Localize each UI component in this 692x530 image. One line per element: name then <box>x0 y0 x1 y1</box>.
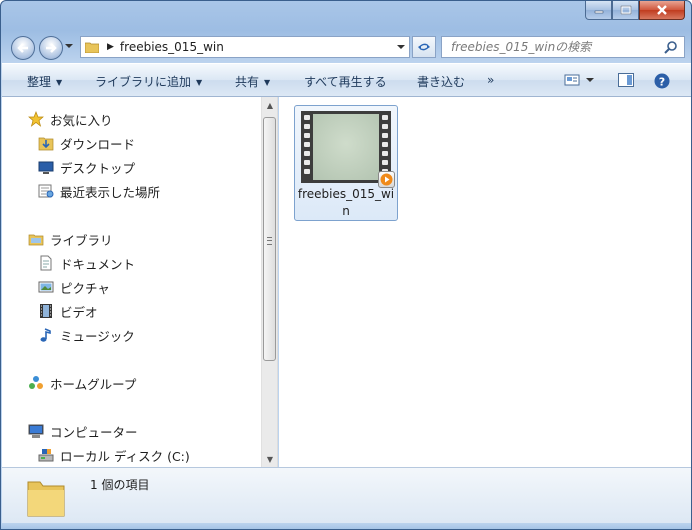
film-strip-right <box>382 115 388 174</box>
dropdown-arrow-icon: ▼ <box>56 78 63 87</box>
downloads-folder-icon <box>38 135 54 151</box>
video-thumbnail <box>313 114 379 180</box>
search-box[interactable] <box>441 36 685 58</box>
nav-music-label: ミュージック <box>60 328 135 344</box>
nav-documents-label: ドキュメント <box>60 256 136 272</box>
breadcrumb-separator-icon[interactable]: ▶ <box>107 42 114 52</box>
nav-desktop-label: デスクトップ <box>60 160 136 176</box>
back-arrow-icon <box>17 43 28 53</box>
close-icon <box>657 5 667 15</box>
nav-downloads-label: ダウンロード <box>60 136 136 152</box>
forward-button[interactable] <box>39 36 63 60</box>
nav-libraries[interactable]: ライブラリ <box>28 229 113 249</box>
file-item[interactable]: freebies_015_win <box>294 105 398 221</box>
close-button[interactable] <box>639 1 685 20</box>
nav-downloads[interactable]: ダウンロード <box>38 133 135 153</box>
share-label: 共有 <box>235 75 260 89</box>
burn-button[interactable]: 書き込む <box>417 73 465 90</box>
help-icon: ? <box>654 73 670 89</box>
nav-homegroup-label: ホームグループ <box>50 376 137 392</box>
computer-icon <box>28 423 44 439</box>
video-file-icon <box>301 111 395 188</box>
videos-icon <box>38 303 54 319</box>
explorer-window: ▶ freebies_015_win 整理 ▼ ライブラリに追加 ▼ 共有 ▼ すべて… <box>0 0 692 530</box>
file-name: freebies_015_win <box>297 187 395 218</box>
nav-documents[interactable]: ドキュメント <box>38 253 135 273</box>
nav-videos[interactable]: ビデオ <box>38 301 98 321</box>
scrollbar-thumb[interactable] <box>263 117 276 361</box>
change-view-button[interactable] <box>564 73 594 90</box>
homegroup-icon <box>28 375 44 391</box>
back-button[interactable] <box>11 36 35 60</box>
nav-pictures[interactable]: ピクチャ <box>38 277 110 297</box>
documents-icon <box>38 255 54 271</box>
nav-pictures-label: ピクチャ <box>60 280 110 296</box>
libraries-icon <box>28 231 44 247</box>
more-commands-button[interactable]: » <box>487 73 494 87</box>
nav-favorites[interactable]: お気に入り <box>28 109 113 129</box>
refresh-icon <box>418 43 430 51</box>
nav-recent-places[interactable]: 最近表示した場所 <box>38 181 160 201</box>
maximize-icon <box>620 5 631 15</box>
film-strip-left <box>304 115 310 174</box>
nav-computer-label: コンピューター <box>50 424 138 440</box>
minimize-button[interactable] <box>585 1 612 20</box>
navigation-pane-scrollbar[interactable]: ▲ ▼ <box>261 97 278 467</box>
nav-local-disk-label: ローカル ディスク (C:) <box>60 448 190 464</box>
nav-videos-label: ビデオ <box>60 304 98 320</box>
folder-icon <box>27 481 65 517</box>
add-to-library-label: ライブラリに追加 <box>95 75 192 89</box>
nav-computer[interactable]: コンピューター <box>28 421 138 441</box>
star-icon <box>28 111 44 127</box>
organize-button[interactable]: 整理 ▼ <box>27 73 62 90</box>
item-count: 1 個の項目 <box>90 478 150 492</box>
more-commands-label: » <box>487 73 495 87</box>
breadcrumb-current[interactable]: freebies_015_win <box>120 40 224 54</box>
caption-buttons <box>585 1 685 20</box>
preview-pane-icon <box>618 73 634 87</box>
details-pane: 1 個の項目 <box>2 467 691 523</box>
nav-desktop[interactable]: デスクトップ <box>38 157 135 177</box>
nav-favorites-label: お気に入り <box>50 112 113 128</box>
forward-arrow-icon <box>46 43 57 53</box>
command-bar: 整理 ▼ ライブラリに追加 ▼ 共有 ▼ すべて再生する 書き込む » ? <box>2 63 691 97</box>
burn-label: 書き込む <box>417 75 466 89</box>
scrollbar-grip-icon <box>267 237 272 245</box>
scroll-down-icon[interactable]: ▼ <box>262 451 278 467</box>
address-dropdown-icon[interactable] <box>397 44 405 50</box>
search-icon[interactable] <box>664 40 678 54</box>
nav-libraries-label: ライブラリ <box>50 232 113 248</box>
recent-pages-dropdown-icon[interactable] <box>65 43 73 49</box>
file-list[interactable]: freebies_015_win <box>279 97 691 467</box>
folder-icon <box>85 42 99 53</box>
preview-pane-button[interactable] <box>618 73 634 90</box>
navigation-pane: お気に入り ダウンロード デスクトップ 最近表示した場所 ライブラリ ドキュメン… <box>2 97 262 467</box>
recent-places-icon <box>38 183 54 199</box>
minimize-icon <box>594 10 603 14</box>
nav-homegroup[interactable]: ホームグループ <box>28 373 136 393</box>
nav-local-disk[interactable]: ローカル ディスク (C:) <box>38 445 190 465</box>
play-all-label: すべて再生する <box>304 75 387 89</box>
add-to-library-button[interactable]: ライブラリに追加 ▼ <box>95 73 202 90</box>
play-all-button[interactable]: すべて再生する <box>304 73 387 90</box>
dropdown-arrow-icon: ▼ <box>196 78 203 87</box>
svg-text:?: ? <box>659 76 665 89</box>
window-bottom-border <box>1 523 691 529</box>
dropdown-arrow-icon: ▼ <box>264 78 271 87</box>
address-bar[interactable]: ▶ freebies_015_win <box>80 36 410 58</box>
nav-recent-places-label: 最近表示した場所 <box>60 184 161 200</box>
scroll-up-icon[interactable]: ▲ <box>262 97 278 113</box>
view-icon <box>564 74 594 86</box>
share-button[interactable]: 共有 ▼ <box>235 73 270 90</box>
desktop-icon <box>38 159 54 175</box>
maximize-button[interactable] <box>612 1 639 20</box>
music-note-icon <box>38 327 54 343</box>
refresh-button[interactable] <box>412 36 436 58</box>
hard-drive-icon <box>38 447 54 463</box>
organize-label: 整理 <box>27 75 52 89</box>
pictures-icon <box>38 279 54 295</box>
search-input[interactable] <box>442 37 661 57</box>
nav-music[interactable]: ミュージック <box>38 325 135 345</box>
help-button[interactable]: ? <box>654 73 670 92</box>
